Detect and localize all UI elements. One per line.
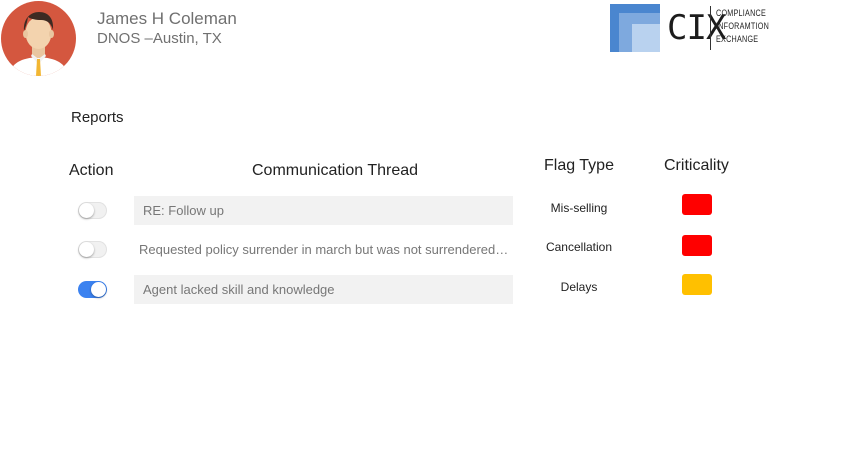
column-header-communication-thread: Communication Thread xyxy=(252,162,419,179)
flag-type-label: Cancellation xyxy=(545,240,613,254)
criticality-indicator xyxy=(682,194,712,215)
flag-type-label: Delays xyxy=(560,280,598,294)
page-title: Reports xyxy=(71,109,124,126)
cix-logo-mark-icon xyxy=(610,4,660,52)
communication-thread-text: Requested policy surrender in march but … xyxy=(139,242,509,257)
communication-thread-text: RE: Follow up xyxy=(143,203,224,218)
person-avatar-icon xyxy=(1,1,76,76)
action-toggle[interactable] xyxy=(78,281,107,298)
table-row: Agent lacked skill and knowledge Delays xyxy=(0,274,863,305)
table-row: RE: Follow up Mis-selling xyxy=(0,194,863,226)
criticality-indicator xyxy=(682,235,712,256)
logo-subtitle: COMPLIANCE INFORAMTION EXCHANGE xyxy=(716,7,769,46)
column-header-action: Action xyxy=(69,162,114,179)
communication-thread-text: Agent lacked skill and knowledge xyxy=(143,282,335,297)
logo-subtitle-line: COMPLIANCE xyxy=(716,8,767,18)
criticality-indicator xyxy=(682,274,712,295)
cix-logo: CIX COMPLIANCE INFORAMTION EXCHANGE xyxy=(610,4,770,54)
communication-thread-field[interactable]: RE: Follow up xyxy=(134,196,513,225)
toggle-knob xyxy=(91,282,106,297)
flag-type-label: Mis-selling xyxy=(550,201,608,215)
logo-subtitle-line: INFORAMTION xyxy=(716,21,770,31)
avatar xyxy=(1,1,76,76)
table-row: Requested policy surrender in march but … xyxy=(0,235,863,265)
action-toggle[interactable] xyxy=(78,202,107,219)
action-toggle[interactable] xyxy=(78,241,107,258)
communication-thread-field[interactable]: Requested policy surrender in march but … xyxy=(134,235,513,264)
user-location: DNOS –Austin, TX xyxy=(97,30,222,47)
logo-divider xyxy=(710,6,711,50)
column-header-criticality: Criticality xyxy=(664,157,729,174)
toggle-knob xyxy=(79,242,94,257)
user-name: James H Coleman xyxy=(97,9,237,28)
toggle-knob xyxy=(79,203,94,218)
logo-subtitle-line: EXCHANGE xyxy=(716,34,759,44)
communication-thread-field[interactable]: Agent lacked skill and knowledge xyxy=(134,275,513,304)
column-header-flag-type: Flag Type xyxy=(544,157,614,174)
